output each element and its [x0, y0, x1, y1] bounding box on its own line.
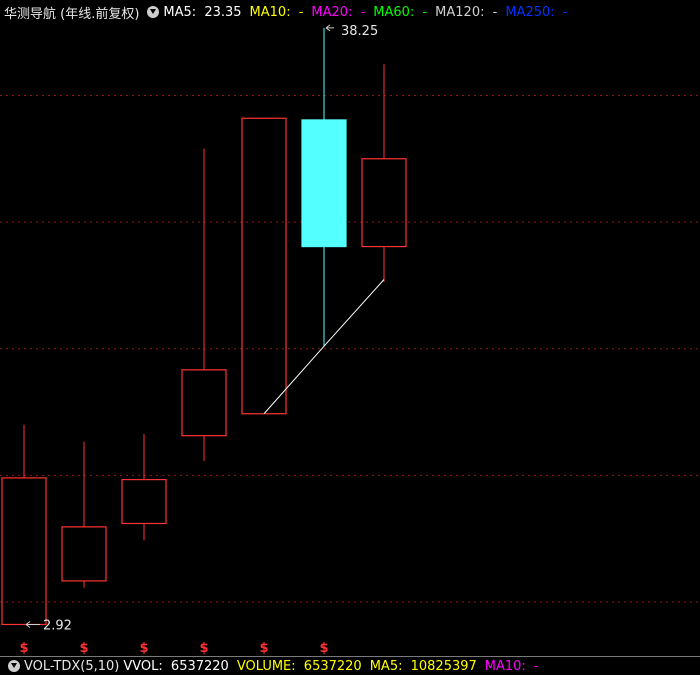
high-arrow-icon: [325, 24, 334, 32]
low-price-label: 2.92: [43, 618, 72, 633]
vvol-label: VVOL: 6537220: [123, 658, 229, 674]
signal-marker: $: [79, 641, 88, 656]
signal-marker: $: [199, 641, 208, 656]
candlestick-chart: 38.25 2.92 $ $ $ $ $ $: [0, 24, 700, 656]
candle-body: [361, 158, 407, 248]
signal-marker: $: [259, 641, 268, 656]
signal-marker: $: [19, 641, 28, 656]
candle-body: [241, 117, 287, 415]
signal-marker: $: [319, 641, 328, 656]
volume-ma5-label: MA5: 10825397: [369, 658, 477, 674]
candle-body: [181, 369, 227, 437]
candle-body: [301, 119, 347, 248]
candle-body: [61, 526, 107, 582]
volume-legend: VOL-TDX(5,10) VVOL: 6537220 VOLUME: 6537…: [4, 657, 547, 675]
signal-marker: $: [139, 641, 148, 656]
volume-dropdown-icon[interactable]: [8, 660, 20, 672]
high-price-label: 38.25: [341, 24, 378, 39]
candle-body: [121, 478, 167, 525]
volume-ma10-label: MA10: -: [484, 658, 539, 674]
volume-indicator-name: VOL-TDX(5,10): [24, 658, 120, 674]
volume-label: VOLUME: 6537220: [236, 658, 362, 674]
low-arrow-icon: [25, 621, 40, 628]
